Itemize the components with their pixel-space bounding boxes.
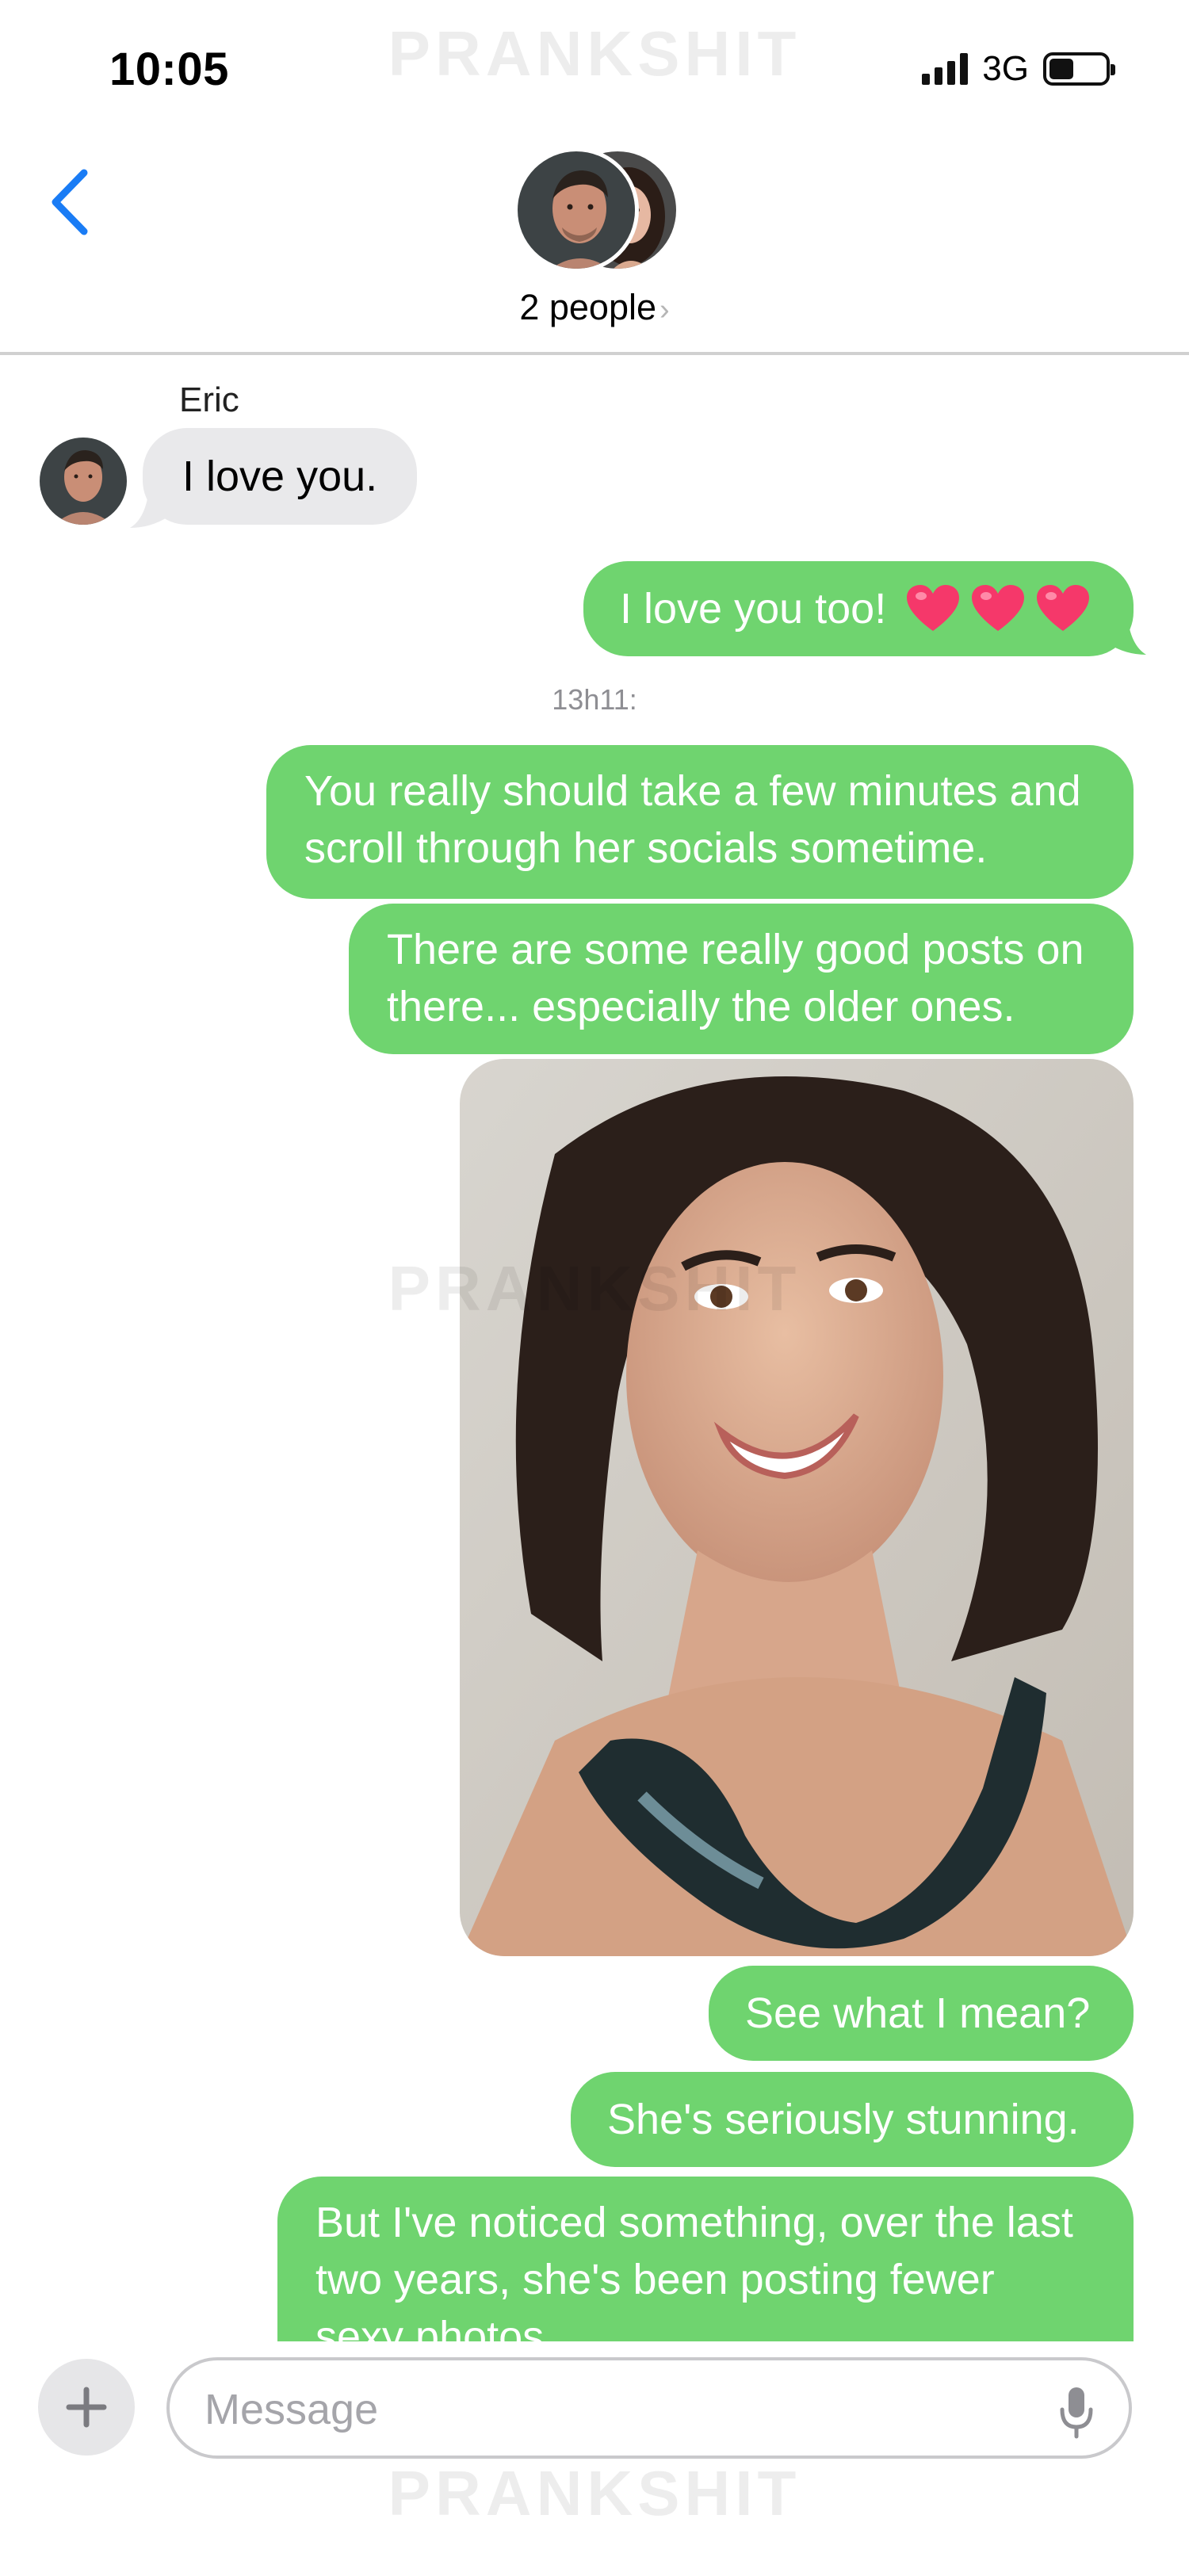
outgoing-message[interactable]: But I've noticed something, over the las… — [277, 2177, 1134, 2341]
header-divider — [0, 352, 1189, 355]
hearts-emoji — [907, 585, 1090, 633]
message-line: There are some really good posts on — [387, 926, 1084, 973]
plus-icon — [66, 2387, 107, 2428]
outgoing-message[interactable]: I love you too! — [583, 561, 1134, 656]
sender-name: Eric — [179, 380, 239, 419]
heart-icon — [1037, 585, 1090, 631]
message-text: I love you too! — [620, 585, 887, 633]
message-text: She's seriously stunning. — [607, 2096, 1080, 2143]
message-line: two years, she's been posting fewer — [315, 2256, 995, 2303]
battery-icon — [1043, 52, 1115, 86]
heart-icon — [907, 585, 960, 631]
message-line: there... especially the older ones. — [387, 983, 1015, 1030]
photo-attachment[interactable] — [460, 1059, 1134, 1956]
avatar-eric — [514, 147, 639, 273]
message-timestamp: 13h11: — [552, 683, 637, 716]
back-chevron-icon[interactable] — [46, 166, 94, 238]
status-time: 10:05 — [109, 44, 229, 95]
message-input[interactable] — [205, 2383, 997, 2436]
outgoing-message[interactable]: There are some really good posts on ther… — [349, 904, 1134, 1054]
message-field[interactable] — [166, 2357, 1132, 2459]
outgoing-message[interactable]: She's seriously stunning. — [571, 2072, 1134, 2167]
message-line: But I've noticed something, over the las… — [315, 2199, 1073, 2246]
group-avatar[interactable] — [514, 147, 680, 273]
network-type: 3G — [982, 49, 1029, 88]
heart-icon — [972, 585, 1025, 631]
status-indicators: 3G — [922, 49, 1115, 89]
group-title[interactable]: 2 people › — [0, 287, 1189, 328]
message-line: scroll through her socials sometime. — [304, 824, 988, 872]
watermark-bottom: PRANKSHIT — [388, 2458, 801, 2528]
message-list-viewport[interactable]: But I've noticed something, over the las… — [0, 2177, 1189, 2341]
sender-avatar[interactable] — [40, 438, 127, 525]
incoming-message[interactable]: I love you. — [143, 428, 418, 525]
outgoing-message[interactable]: You really should take a few minutes and… — [266, 745, 1134, 899]
microphone-icon[interactable] — [1056, 2384, 1097, 2440]
plus-button[interactable] — [38, 2359, 135, 2456]
group-title-label: 2 people — [519, 287, 656, 327]
chevron-right-icon: › — [659, 293, 670, 327]
message-text: I love you. — [182, 453, 378, 500]
outgoing-message[interactable]: See what I mean? — [709, 1966, 1134, 2061]
message-line: You really should take a few minutes and — [304, 767, 1081, 815]
signal-icon — [922, 53, 969, 85]
message-line: sexy photos... — [315, 2313, 580, 2341]
message-text: See what I mean? — [745, 1989, 1091, 2037]
